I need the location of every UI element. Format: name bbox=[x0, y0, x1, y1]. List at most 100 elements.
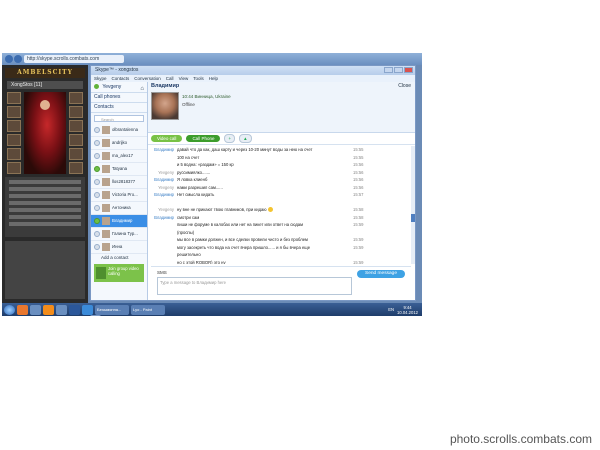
close-conversation-button[interactable]: Close bbox=[398, 83, 411, 89]
contact-item[interactable]: olbrantalenna bbox=[91, 124, 147, 137]
message-sender bbox=[148, 229, 177, 237]
presence-icon bbox=[94, 153, 100, 159]
search-input[interactable]: Search bbox=[94, 115, 144, 122]
media-player-icon[interactable] bbox=[43, 304, 54, 315]
equipment-slot[interactable] bbox=[7, 162, 21, 174]
menu-view[interactable]: View bbox=[179, 75, 189, 82]
browser-icon[interactable] bbox=[17, 304, 28, 315]
equipment-slot[interactable] bbox=[7, 148, 21, 160]
maximize-icon[interactable] bbox=[394, 67, 403, 73]
conversation-header: Владимир Close 10:44 Винница, Ukraine Of… bbox=[148, 82, 415, 133]
message-sender bbox=[148, 199, 177, 207]
message-body: и 5 водна: «раздам» = 150 кр bbox=[177, 162, 234, 167]
signal-icon[interactable]: ▲ bbox=[239, 134, 252, 143]
smiley-icon bbox=[267, 207, 273, 213]
message-input[interactable]: Type a message to Владимир here bbox=[157, 277, 352, 295]
menu-call[interactable]: Call bbox=[166, 75, 174, 82]
message-body: решительно bbox=[177, 252, 201, 257]
user-status[interactable]: Yevgeny ⌂ bbox=[91, 82, 147, 93]
menu-contacts[interactable]: Contacts bbox=[112, 75, 130, 82]
contact-item[interactable]: llos2818377 bbox=[91, 176, 147, 189]
taskbar-task[interactable]: Lyo - Paint bbox=[131, 304, 165, 315]
message-sender: Владимир bbox=[154, 192, 174, 197]
forward-icon[interactable] bbox=[14, 55, 22, 63]
message-time: 15:58 bbox=[353, 207, 364, 212]
equipment-slot[interactable] bbox=[7, 134, 21, 146]
contact-name: ma_alex17 bbox=[112, 153, 134, 158]
group-video-promo[interactable]: Join group video calling bbox=[94, 264, 144, 282]
message-text: смотри сам bbox=[177, 214, 353, 222]
sms-toggle[interactable]: SMS bbox=[157, 270, 167, 275]
message-time: 15:56 bbox=[353, 162, 364, 167]
message-body: ну вне не прикают твою главников, при ки… bbox=[177, 207, 267, 212]
call-bar: Video call Call Phone + ▲ bbox=[148, 133, 415, 145]
message-sender: Владимир bbox=[154, 177, 174, 182]
add-icon[interactable]: + bbox=[224, 134, 236, 143]
menu-tools[interactable]: Tools bbox=[193, 75, 204, 82]
address-bar[interactable]: http://skype.scrolls.combats.com bbox=[24, 55, 124, 63]
equipment-slot[interactable] bbox=[7, 106, 21, 118]
equipment-slot[interactable] bbox=[7, 92, 21, 104]
contact-item[interactable]: Галина Тур... bbox=[91, 228, 147, 241]
chat-message: Владимир смотри сам 15:58 bbox=[148, 214, 411, 222]
message-time: 15:57 bbox=[353, 192, 364, 197]
contact-item[interactable]: andrijko bbox=[91, 137, 147, 150]
menu-conversation[interactable]: Conversation bbox=[134, 75, 161, 82]
language-indicator[interactable]: EN bbox=[388, 307, 394, 312]
app-icon[interactable] bbox=[56, 304, 67, 315]
video-call-button[interactable]: Video call bbox=[151, 135, 183, 142]
message-sender: Yevgeny bbox=[158, 184, 174, 190]
skype-icon[interactable] bbox=[90, 315, 101, 316]
start-button-icon[interactable] bbox=[4, 304, 15, 315]
message-text: мы все в рамки должен, и все сделки пров… bbox=[177, 236, 353, 244]
contact-item[interactable]: Антоника bbox=[91, 202, 147, 215]
equipment-slot[interactable] bbox=[69, 92, 83, 104]
menu-skype[interactable]: Skype bbox=[94, 75, 107, 82]
contact-item[interactable]: Tatyana bbox=[91, 163, 147, 176]
taskbar-task[interactable]: Безымянна... bbox=[95, 304, 129, 315]
contact-item[interactable]: Инна bbox=[91, 241, 147, 254]
equipment-slot[interactable] bbox=[69, 162, 83, 174]
presence-icon bbox=[94, 244, 100, 250]
minimize-icon[interactable] bbox=[384, 67, 393, 73]
scrollbar-thumb[interactable] bbox=[411, 214, 415, 222]
equipment-slot[interactable] bbox=[69, 148, 83, 160]
menu-help[interactable]: Help bbox=[209, 75, 218, 82]
message-time: 15:59 bbox=[353, 244, 364, 250]
add-contact-button[interactable]: Add a contact bbox=[91, 254, 147, 262]
contact-item[interactable]: Victoria Pro... bbox=[91, 189, 147, 202]
message-time: 15:55 bbox=[353, 147, 364, 152]
message-body: нами разрешил сам...... bbox=[177, 184, 223, 190]
contacts-tab[interactable]: Contacts bbox=[91, 103, 147, 113]
call-phone-button[interactable]: Call Phone bbox=[186, 135, 221, 142]
equipment-slot[interactable] bbox=[69, 106, 83, 118]
message-text: нами разрешил сам...... bbox=[177, 184, 353, 192]
internet-explorer-icon[interactable] bbox=[82, 304, 93, 315]
contact-item[interactable]: ma_alex17 bbox=[91, 150, 147, 163]
equipment-slot[interactable] bbox=[69, 120, 83, 132]
contact-item[interactable]: Владимир bbox=[91, 215, 147, 228]
home-icon[interactable]: ⌂ bbox=[140, 84, 144, 94]
user-name: Yevgeny bbox=[102, 84, 122, 90]
close-icon[interactable] bbox=[404, 67, 413, 73]
app-icon[interactable] bbox=[30, 304, 41, 315]
chat-scrollbar[interactable] bbox=[411, 146, 415, 264]
message-sender bbox=[148, 154, 177, 162]
character-image bbox=[24, 92, 66, 174]
message-body: но с этой ROBOR) это ну bbox=[177, 259, 226, 265]
message-body: (проспы) bbox=[177, 229, 195, 235]
contact-avatar-icon bbox=[102, 204, 110, 212]
contact-status: Offline bbox=[182, 102, 195, 107]
back-icon[interactable] bbox=[5, 55, 13, 63]
message-time: 15:59 bbox=[353, 259, 364, 265]
contact-avatar-icon bbox=[102, 217, 110, 225]
equipment-slot[interactable] bbox=[69, 134, 83, 146]
message-sender: Владимир bbox=[154, 147, 174, 152]
send-message-button[interactable]: Send message bbox=[357, 270, 405, 278]
equipment-slot[interactable] bbox=[7, 120, 21, 132]
clock[interactable]: 9:44 10.04.2012 bbox=[397, 305, 418, 315]
contact-avatar-icon bbox=[102, 139, 110, 147]
word-icon[interactable] bbox=[69, 304, 80, 315]
call-phones-item[interactable]: Call phones bbox=[91, 93, 147, 103]
window-title-text: Skype™ - xongstos bbox=[95, 67, 139, 73]
